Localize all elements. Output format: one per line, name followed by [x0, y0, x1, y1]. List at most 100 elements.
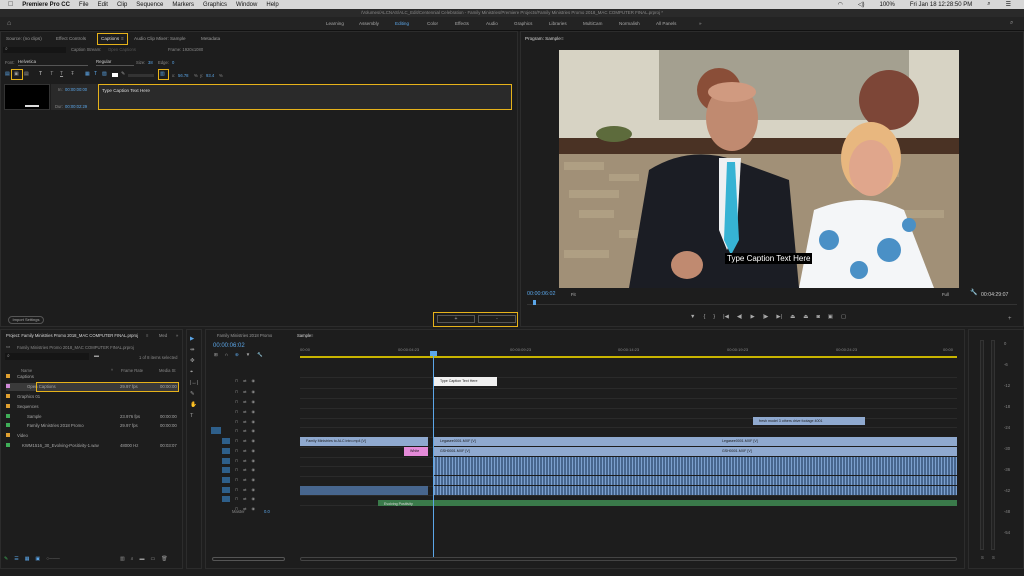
track-target[interactable] [222, 496, 230, 502]
lock-icon[interactable]: ⊓ [235, 458, 238, 464]
lock-icon[interactable]: ⊓ [235, 419, 238, 425]
lock-icon[interactable]: ⊓ [235, 389, 238, 395]
tool-5-icon[interactable]: ✎ [190, 391, 195, 398]
lock-icon[interactable]: ⊓ [235, 409, 238, 415]
project-row[interactable]: Sample 23.976 fps 00:00:00 [6, 413, 178, 421]
ws-learning[interactable]: Learning [326, 21, 344, 26]
caption-stream-value[interactable]: Open Captions [108, 47, 136, 52]
home-icon[interactable]: ⌂ [7, 20, 11, 27]
timeline-zoom-scroll[interactable] [300, 557, 957, 561]
timeline-hscroll[interactable] [212, 557, 285, 561]
work-area-bar[interactable] [300, 356, 957, 358]
audio-clip[interactable] [434, 476, 957, 485]
label-color-swatch[interactable] [6, 413, 10, 418]
style-dropdown[interactable]: Regular [96, 59, 134, 66]
sync-icon[interactable]: ⇄ [243, 487, 246, 493]
remove-caption-button[interactable]: - [478, 315, 516, 323]
tab-effect-controls[interactable]: Effect Controls [56, 36, 86, 41]
program-caption-overlay[interactable]: Type Caption Text Here [725, 253, 813, 264]
a5-clip[interactable] [300, 486, 428, 495]
menu-help[interactable]: Help [266, 2, 278, 8]
apple-icon[interactable]:  [8, 1, 13, 8]
vr-icon[interactable]: ▢ [841, 314, 846, 324]
track-target[interactable] [222, 419, 230, 425]
label-color-swatch[interactable] [6, 403, 10, 408]
label-color-swatch[interactable] [6, 442, 10, 447]
edge-value[interactable]: 0 [172, 60, 174, 65]
playhead-line[interactable] [433, 352, 434, 557]
project-row[interactable]: Video [6, 432, 178, 440]
tab-source[interactable]: Source: (no clips) [6, 36, 42, 41]
v1-white-clip[interactable]: White [404, 447, 428, 456]
timeline-timecode[interactable]: 00:00:06:02 [213, 343, 245, 349]
v1-clip-2[interactable]: GSH0001.MXF [V] [716, 447, 957, 456]
program-timecode[interactable]: 00:00:06:02 [527, 291, 555, 297]
label-color-swatch[interactable] [6, 383, 10, 388]
comparison-icon[interactable]: ▣ [828, 314, 833, 324]
program-scrub-bar[interactable] [527, 300, 1017, 305]
audio-clip[interactable] [434, 457, 957, 466]
wrench-icon[interactable]: 🔧 [970, 290, 977, 296]
label-color-swatch[interactable] [6, 422, 10, 427]
eye-icon[interactable]: ◉ [251, 487, 255, 493]
opacity-field[interactable] [128, 74, 154, 77]
tool-1-icon[interactable]: ⇹ [190, 347, 195, 354]
tool-0-icon[interactable]: ▶ [190, 336, 194, 343]
align-right-icon[interactable]: ▤ [24, 72, 29, 77]
lock-icon[interactable]: ⊓ [235, 378, 238, 384]
timeline-track[interactable] [300, 388, 957, 397]
sync-icon[interactable]: ⇄ [243, 389, 246, 395]
size-value[interactable]: 38 [148, 60, 153, 65]
position-grid-icon[interactable]: ▦ [85, 72, 90, 77]
solo-left-button[interactable]: S [981, 555, 984, 560]
ws-graphics[interactable]: Graphics [514, 21, 532, 26]
track-target[interactable] [222, 458, 230, 464]
lock-icon[interactable]: ⊓ [235, 399, 238, 405]
project-row[interactable]: Sequences [6, 403, 178, 411]
italic-icon[interactable]: T [50, 72, 53, 77]
master-value[interactable]: 0.0 [264, 509, 270, 514]
project-row[interactable]: KWM1516_30_Evolving-Positivity-1.wav 4800… [6, 442, 178, 450]
search-field[interactable]: ⌕ [3, 47, 66, 53]
caption-text-field[interactable]: Type Caption Text Here [98, 84, 512, 110]
sync-icon[interactable]: ⇄ [243, 399, 246, 405]
snap-icon[interactable]: ∩ [225, 352, 228, 358]
timeline-menu-icon[interactable]: ≡ [311, 333, 313, 338]
sync-icon[interactable]: ⇄ [243, 419, 246, 425]
automate-icon[interactable]: ▥ [120, 556, 125, 564]
settings-icon[interactable]: 🔧 [257, 352, 263, 358]
v2-clip-2[interactable]: Legasee0001.MXF [V] [434, 437, 716, 446]
new-item-icon[interactable]: ▭ [151, 556, 156, 564]
menubar-clock[interactable]: Fri Jan 18 12:28:50 PM [910, 2, 972, 8]
sync-icon[interactable]: ⇄ [243, 458, 246, 464]
text-size-icon[interactable]: Ŧ [71, 72, 74, 77]
tool-7-icon[interactable]: T [190, 413, 193, 420]
dur-timecode[interactable]: 00:00:02:29 [65, 104, 87, 109]
program-menu-icon[interactable]: ≡ [561, 36, 564, 41]
tab-audio-clip-mixer[interactable]: Audio Clip Mixer: Sample [134, 36, 186, 41]
tool-2-icon[interactable]: ✥ [190, 358, 195, 365]
align-left-icon[interactable]: ▤ [5, 72, 10, 77]
track-target[interactable] [222, 448, 230, 454]
resolution-dropdown[interactable]: Full [942, 292, 949, 297]
eye-icon[interactable]: ◉ [251, 496, 255, 502]
eye-icon[interactable]: ◉ [251, 428, 255, 434]
camera-icon[interactable]: ◙ [816, 314, 819, 324]
step-back-icon[interactable]: ◀| [737, 314, 743, 324]
add-caption-button[interactable]: + [437, 315, 475, 323]
battery-percent[interactable]: 100% [880, 2, 895, 8]
track-target[interactable] [222, 378, 230, 384]
lock-icon[interactable]: ⊓ [235, 477, 238, 483]
eye-icon[interactable]: ◉ [251, 506, 255, 512]
tab-metadata[interactable]: Metadata [201, 36, 220, 41]
eye-icon[interactable]: ◉ [251, 389, 255, 395]
text-color-icon[interactable]: T [94, 72, 97, 77]
ws-normalish[interactable]: Normalish [619, 21, 640, 26]
project-row[interactable]: Graphics 01 [6, 393, 178, 401]
ws-color[interactable]: Color [427, 21, 438, 26]
eye-icon[interactable]: ◉ [251, 458, 255, 464]
mark-out-icon[interactable]: } [713, 314, 715, 324]
sync-icon[interactable]: ⇄ [243, 496, 246, 502]
audio-clip[interactable] [434, 486, 957, 495]
lock-icon[interactable]: ⊓ [235, 448, 238, 454]
